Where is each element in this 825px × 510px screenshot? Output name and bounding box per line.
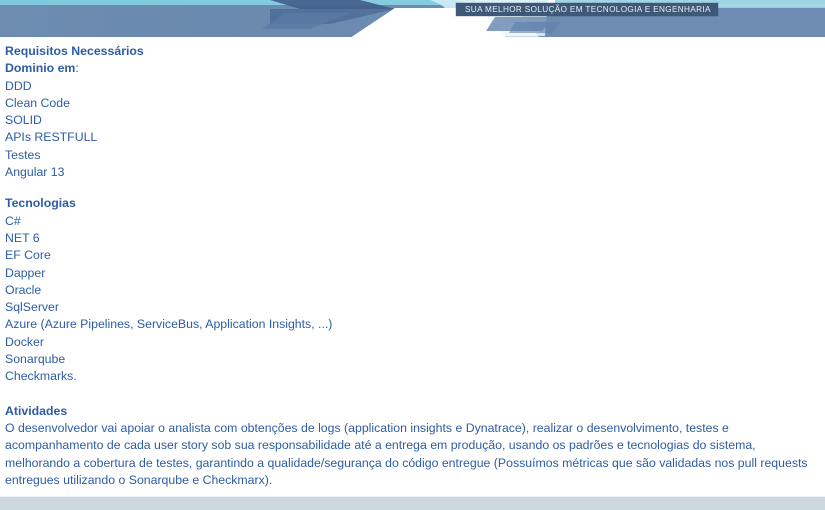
list-item: DDD bbox=[5, 78, 32, 93]
list-item: Azure (Azure Pipelines, ServiceBus, Appl… bbox=[5, 317, 333, 332]
page-footer-bar bbox=[0, 496, 825, 510]
list-item: Oracle bbox=[5, 282, 42, 297]
job-description-content: Requisitos Necessários Dominio em: DDD C… bbox=[0, 38, 825, 496]
page-header: SUA MELHOR SOLUÇÃO EM TECNOLOGIA E ENGEN… bbox=[0, 0, 825, 38]
requisitos-subtitle-colon: : bbox=[75, 61, 79, 76]
requisitos-subtitle-bold: Dominio em bbox=[5, 61, 76, 76]
requisitos-subtitle: Dominio em: bbox=[5, 60, 825, 77]
list-item: Dapper bbox=[5, 265, 46, 280]
atividades-paragraph: O desenvolvedor vai apoiar o analista co… bbox=[5, 420, 808, 487]
list-item: EF Core bbox=[5, 248, 51, 263]
section-atividades: Atividades O desenvolvedor vai apoiar o … bbox=[0, 386, 825, 489]
list-item: NET 6 bbox=[5, 230, 40, 245]
list-item: Docker bbox=[5, 334, 44, 349]
list-item: Clean Code bbox=[5, 95, 70, 110]
list-item: SqlServer bbox=[5, 300, 59, 315]
atividades-title: Atividades bbox=[5, 403, 68, 418]
list-item: APIs RESTFULL bbox=[5, 130, 98, 145]
list-item: Checkmarks. bbox=[5, 369, 77, 384]
list-item: Sonarqube bbox=[5, 352, 66, 367]
list-item: SOLID bbox=[5, 113, 42, 128]
tecnologias-title: Tecnologias bbox=[5, 196, 76, 211]
list-item: C# bbox=[5, 213, 21, 228]
list-item: Testes bbox=[5, 147, 41, 162]
requisitos-title: Requisitos Necessários bbox=[5, 44, 144, 58]
header-ribbon-tagline: SUA MELHOR SOLUÇÃO EM TECNOLOGIA E ENGEN… bbox=[456, 3, 718, 16]
list-item: Angular 13 bbox=[5, 165, 65, 180]
section-tecnologias: Tecnologias C# NET 6 EF Core Dapper Orac… bbox=[0, 181, 825, 385]
section-requisitos: Requisitos Necessários Dominio em: DDD C… bbox=[0, 38, 825, 181]
